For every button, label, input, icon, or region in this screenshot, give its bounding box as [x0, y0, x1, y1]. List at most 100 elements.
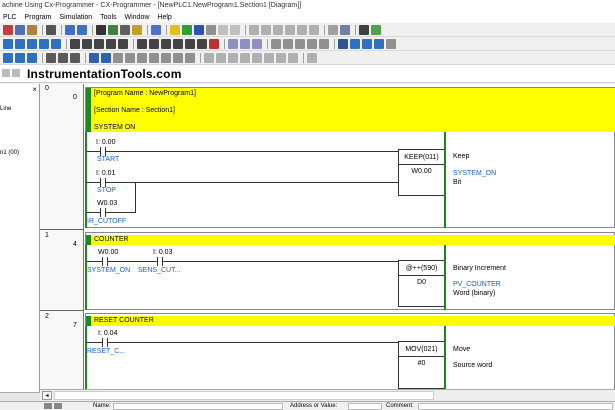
- force-on-icon[interactable]: [271, 38, 281, 49]
- view-icon[interactable]: [350, 38, 360, 49]
- sim-play-icon[interactable]: [113, 52, 123, 63]
- print-icon[interactable]: [46, 24, 56, 35]
- set-icon[interactable]: [307, 38, 317, 49]
- new-line-icon[interactable]: [137, 38, 147, 49]
- new-closed-coil-icon[interactable]: [161, 38, 171, 49]
- menu-tools[interactable]: Tools: [100, 14, 116, 21]
- timechart-icon[interactable]: [264, 52, 274, 63]
- new-closed-contact-icon[interactable]: [94, 38, 104, 49]
- transfer-edit-icon[interactable]: [252, 38, 262, 49]
- new-instruction-icon[interactable]: [185, 38, 195, 49]
- io-table-icon[interactable]: [340, 24, 350, 35]
- warning-icon[interactable]: [170, 24, 180, 35]
- no-contact[interactable]: [98, 338, 112, 347]
- increment-instruction-block[interactable]: @++(590) D0: [398, 260, 445, 307]
- monitor-icon[interactable]: [206, 24, 216, 35]
- sim-option-icon[interactable]: [288, 52, 298, 63]
- scroll-left-icon[interactable]: ◂: [42, 391, 52, 400]
- menu-simulation[interactable]: Simulation: [59, 14, 92, 21]
- clear-breakpoint-icon[interactable]: [216, 52, 226, 63]
- no-contact[interactable]: [96, 178, 110, 187]
- comment-icon[interactable]: [15, 38, 25, 49]
- sim-scan-icon[interactable]: [185, 52, 195, 63]
- run-icon[interactable]: [218, 24, 228, 35]
- close-icon[interactable]: ×: [32, 85, 37, 94]
- delete-line-icon[interactable]: [209, 38, 219, 49]
- online-icon[interactable]: [182, 24, 192, 35]
- panel-tabs[interactable]: [0, 392, 40, 401]
- sim-step-icon[interactable]: [101, 52, 111, 63]
- properties-icon[interactable]: [374, 38, 384, 49]
- binary-icon[interactable]: [70, 52, 80, 63]
- replace-icon[interactable]: [108, 24, 118, 35]
- sim-run-icon[interactable]: [89, 52, 99, 63]
- address-icon[interactable]: [39, 38, 49, 49]
- menu-window[interactable]: Window: [125, 14, 150, 21]
- new-or-closed-contact-icon[interactable]: [118, 38, 128, 49]
- project-tree-item[interactable]: n1 (00): [0, 150, 19, 156]
- compile-icon[interactable]: [338, 38, 348, 49]
- hex-icon[interactable]: [58, 52, 68, 63]
- grid-icon[interactable]: [3, 38, 13, 49]
- online-edit-icon[interactable]: [228, 38, 238, 49]
- breakpoint-icon[interactable]: [204, 52, 214, 63]
- menu-plc[interactable]: PLC: [3, 14, 17, 21]
- sim-step-in-icon[interactable]: [149, 52, 159, 63]
- protect-icon[interactable]: [297, 24, 307, 35]
- upload-icon[interactable]: [273, 24, 283, 35]
- select-icon[interactable]: [70, 38, 80, 49]
- new-or-contact-icon[interactable]: [106, 38, 116, 49]
- comment-field[interactable]: [418, 403, 613, 410]
- transfer-icon[interactable]: [249, 24, 259, 35]
- cut-icon[interactable]: [3, 24, 13, 35]
- redo-icon[interactable]: [77, 24, 87, 35]
- no-contact[interactable]: [98, 257, 112, 266]
- info-icon[interactable]: [386, 38, 396, 49]
- clock-icon[interactable]: [309, 24, 319, 35]
- io-icon[interactable]: [276, 52, 286, 63]
- reset-icon[interactable]: [319, 38, 329, 49]
- sim-continuous-icon[interactable]: [173, 52, 183, 63]
- zoom-out-icon[interactable]: [15, 52, 25, 63]
- panel-toggle-icons[interactable]: [2, 69, 22, 77]
- cancel-edit-icon[interactable]: [240, 38, 250, 49]
- search-icon[interactable]: [132, 24, 142, 35]
- settings-icon[interactable]: [359, 24, 369, 35]
- ladder-diagram[interactable]: 0 0 1 4 2 7 [Program Name : NewProgram1]…: [40, 84, 615, 389]
- zoom-fit-icon[interactable]: [27, 52, 37, 63]
- stop-icon[interactable]: [230, 24, 240, 35]
- sim-pause-icon[interactable]: [125, 52, 135, 63]
- horizontal-scrollbar[interactable]: ◂: [40, 389, 615, 401]
- undo-icon[interactable]: [65, 24, 75, 35]
- project-tree-item[interactable]: Line: [0, 106, 11, 112]
- scroll-thumb[interactable]: [54, 391, 434, 400]
- new-contact-icon[interactable]: [82, 38, 92, 49]
- help-icon[interactable]: [151, 24, 161, 35]
- trace-icon[interactable]: [252, 52, 262, 63]
- keep-instruction-block[interactable]: KEEP(011) W0.00: [398, 149, 445, 196]
- name-field[interactable]: [113, 403, 283, 410]
- force-cancel-icon[interactable]: [295, 38, 305, 49]
- menu-help[interactable]: Help: [157, 14, 171, 21]
- new-function-block-icon[interactable]: [173, 38, 183, 49]
- watch-icon[interactable]: [240, 52, 250, 63]
- no-contact[interactable]: [96, 147, 110, 156]
- monitor-view-icon[interactable]: [51, 38, 61, 49]
- zoom-icon[interactable]: [120, 24, 130, 35]
- move-instruction-block[interactable]: MOV(021) #0: [398, 341, 445, 389]
- address-field[interactable]: [348, 403, 382, 410]
- no-contact[interactable]: [96, 208, 110, 217]
- sheet-tabs[interactable]: [44, 403, 64, 409]
- compare-icon[interactable]: [261, 24, 271, 35]
- download-icon[interactable]: [285, 24, 295, 35]
- decimal-icon[interactable]: [46, 52, 56, 63]
- paste-icon[interactable]: [27, 24, 37, 35]
- new-coil-icon[interactable]: [149, 38, 159, 49]
- program-mode-icon[interactable]: [194, 24, 204, 35]
- no-contact[interactable]: [153, 257, 167, 266]
- menu-program[interactable]: Program: [25, 14, 52, 21]
- memory-icon[interactable]: [328, 24, 338, 35]
- vertical-line-icon[interactable]: [197, 38, 207, 49]
- sim-stop-icon[interactable]: [137, 52, 147, 63]
- zoom-in-icon[interactable]: [3, 52, 13, 63]
